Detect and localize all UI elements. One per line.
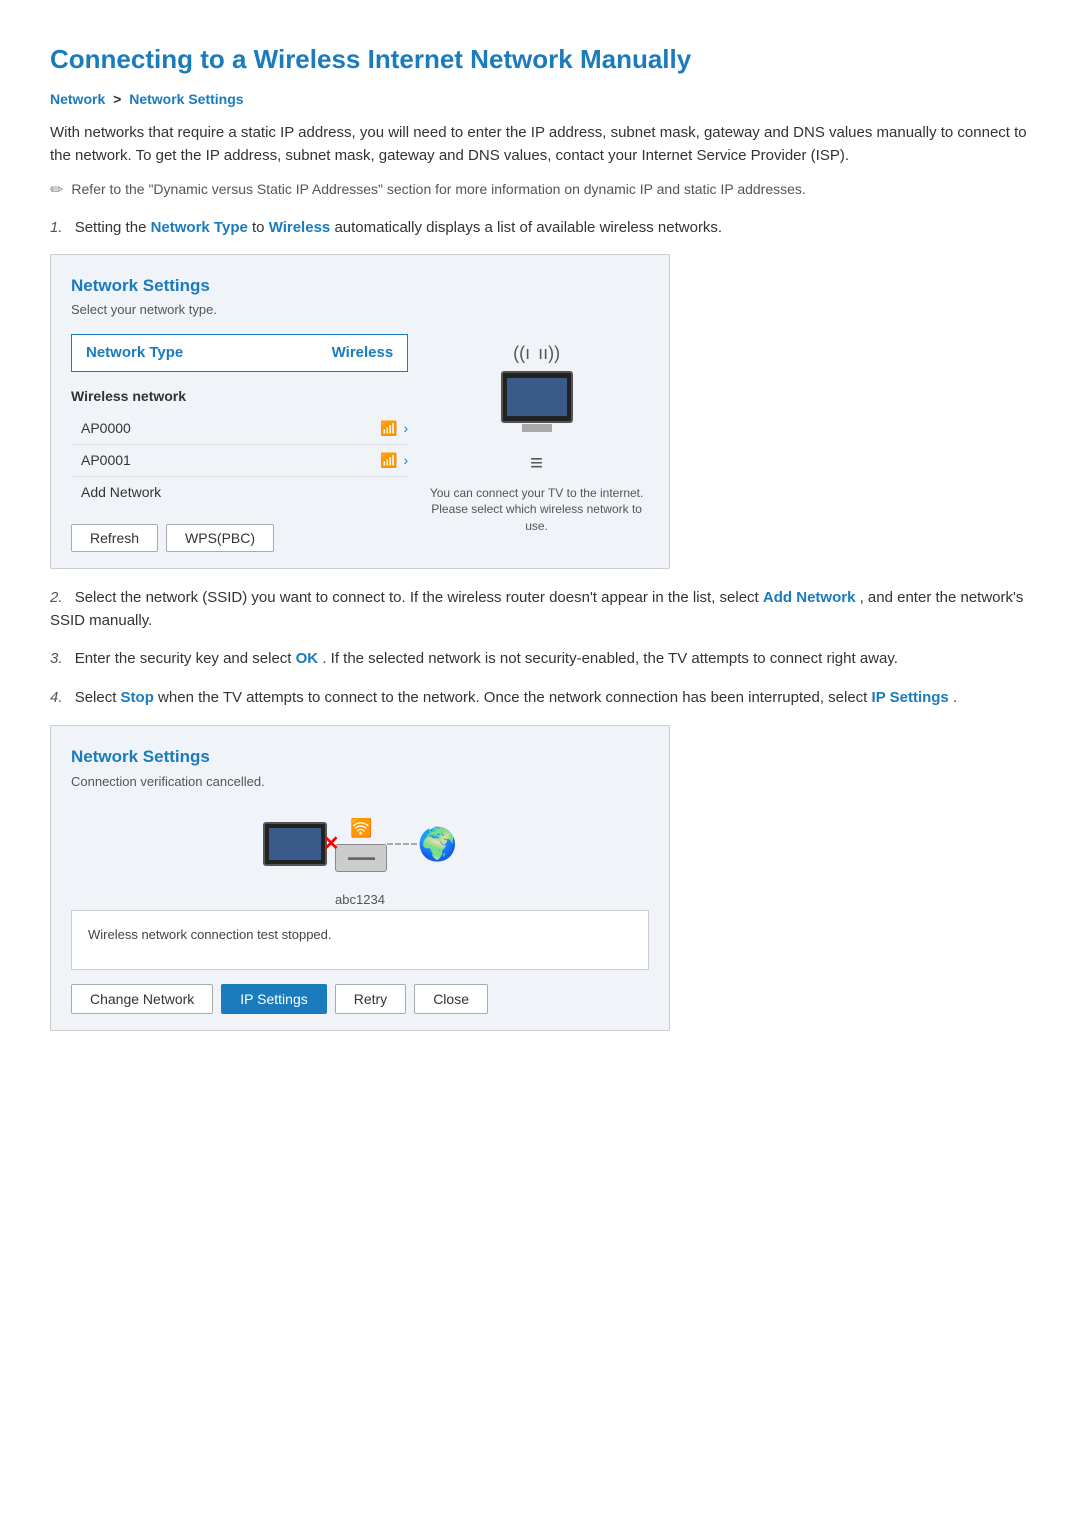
step3-text: Enter the security key and select — [75, 650, 296, 667]
tv-icons: ((ı ıı)) — [513, 340, 560, 367]
note-text: Refer to the "Dynamic versus Static IP A… — [71, 179, 805, 200]
signal-icon: ((ı — [513, 340, 530, 367]
change-network-button[interactable]: Change Network — [71, 984, 213, 1014]
retry-button[interactable]: Retry — [335, 984, 406, 1014]
wireless-label: Wireless network — [71, 386, 408, 407]
panel1: Network Settings Select your network typ… — [50, 254, 670, 570]
pencil-icon: ✏ — [50, 179, 63, 203]
intro-text: With networks that require a static IP a… — [50, 122, 1030, 167]
ap-name-0: AP0000 — [81, 418, 131, 439]
ip-settings-button[interactable]: IP Settings — [221, 984, 326, 1014]
panel2-tv-box — [263, 822, 327, 866]
breadcrumb-part1[interactable]: Network — [50, 91, 105, 107]
breadcrumb: Network > Network Settings — [50, 89, 1030, 110]
step1-link1: Network Type — [151, 219, 248, 236]
remote-icon: ≡ — [530, 446, 543, 479]
network-type-label: Network Type — [86, 342, 183, 365]
step-1: Setting the Network Type to Wireless aut… — [50, 217, 1030, 569]
panel2: Network Settings Connection verification… — [50, 725, 670, 1031]
step1-link2: Wireless — [269, 219, 331, 236]
status-text: Wireless network connection test stopped… — [88, 927, 332, 942]
chevron-icon-0: › — [404, 418, 409, 439]
router-bars: ▬▬▬ — [348, 851, 375, 865]
steps-list: Setting the Network Type to Wireless aut… — [50, 217, 1030, 709]
tv-screen — [507, 378, 567, 416]
chevron-icon-1: › — [404, 450, 409, 471]
globe-icon: 🌍 — [417, 820, 457, 868]
step4-link2: IP Settings — [872, 689, 949, 706]
diagram-label: abc1234 — [335, 890, 385, 910]
close-button[interactable]: Close — [414, 984, 488, 1014]
router-box: ▬▬▬ — [335, 844, 387, 872]
ap-row-1[interactable]: AP0001 📶 › — [71, 445, 408, 477]
panel1-subtitle: Select your network type. — [71, 300, 649, 320]
wifi-signal-icon: 🛜 — [350, 815, 372, 842]
connection-diagram-wrapper: ✕ 🛜 ▬▬▬ 🌍 abc1234 — [71, 805, 649, 910]
note-block: ✏ Refer to the "Dynamic versus Static IP… — [50, 179, 1030, 203]
dashed-line — [387, 843, 417, 845]
step-3: Enter the security key and select OK . I… — [50, 648, 1030, 671]
breadcrumb-sep: > — [113, 91, 121, 107]
breadcrumb-part2[interactable]: Network Settings — [129, 91, 243, 107]
step4-mid: when the TV attempts to connect to the n… — [158, 689, 871, 706]
tv-stand — [522, 424, 552, 432]
step4-end: . — [953, 689, 957, 706]
step4-link1: Stop — [121, 689, 154, 706]
page-title: Connecting to a Wireless Internet Networ… — [50, 40, 1030, 79]
wifi-icon-0: 📶 — [380, 418, 397, 439]
panel2-subtitle: Connection verification cancelled. — [71, 772, 649, 792]
ap-row-0[interactable]: AP0000 📶 › — [71, 413, 408, 445]
panel2-tv-screen — [269, 828, 321, 860]
network-type-row[interactable]: Network Type Wireless — [71, 334, 408, 373]
tv-caption: You can connect your TV to the internet.… — [424, 485, 649, 535]
step1-text: Setting the Network Type to Wireless aut… — [75, 219, 722, 236]
sound-icon: ıı)) — [538, 340, 560, 367]
panel1-title: Network Settings — [71, 273, 649, 299]
step3-link: OK — [296, 650, 319, 667]
wifi-icon-1: 📶 — [380, 450, 397, 471]
panel2-buttons: Change Network IP Settings Retry Close — [71, 984, 649, 1014]
ap-name-1: AP0001 — [81, 450, 131, 471]
network-type-value: Wireless — [332, 342, 394, 365]
panel1-right: ((ı ıı)) ≡ You can connect your TV to th… — [424, 334, 649, 553]
router-wrapper: 🛜 ▬▬▬ — [335, 815, 387, 872]
wps-button[interactable]: WPS(PBC) — [166, 524, 274, 552]
step2-text: Select the network (SSID) you want to co… — [75, 589, 763, 606]
panel1-inner: Network Type Wireless Wireless network A… — [71, 334, 649, 553]
step4-text: Select — [75, 689, 121, 706]
panel2-title: Network Settings — [71, 744, 649, 770]
step2-link: Add Network — [763, 589, 856, 606]
panel1-buttons: Refresh WPS(PBC) — [71, 524, 408, 552]
connection-diagram: ✕ 🛜 ▬▬▬ 🌍 — [263, 815, 458, 872]
refresh-button[interactable]: Refresh — [71, 524, 158, 552]
tv-box — [501, 371, 573, 423]
step-2: Select the network (SSID) you want to co… — [50, 587, 1030, 632]
tv-diagram — [501, 371, 573, 432]
step-4: Select Stop when the TV attempts to conn… — [50, 687, 1030, 710]
add-network-row[interactable]: Add Network — [71, 477, 408, 508]
x-mark-icon: ✕ — [323, 829, 340, 859]
ap-row-0-right: 📶 › — [380, 418, 408, 439]
status-box: Wireless network connection test stopped… — [71, 910, 649, 970]
panel1-left: Network Type Wireless Wireless network A… — [71, 334, 408, 553]
step3-end: . If the selected network is not securit… — [322, 650, 898, 667]
ap-row-1-right: 📶 › — [380, 450, 408, 471]
